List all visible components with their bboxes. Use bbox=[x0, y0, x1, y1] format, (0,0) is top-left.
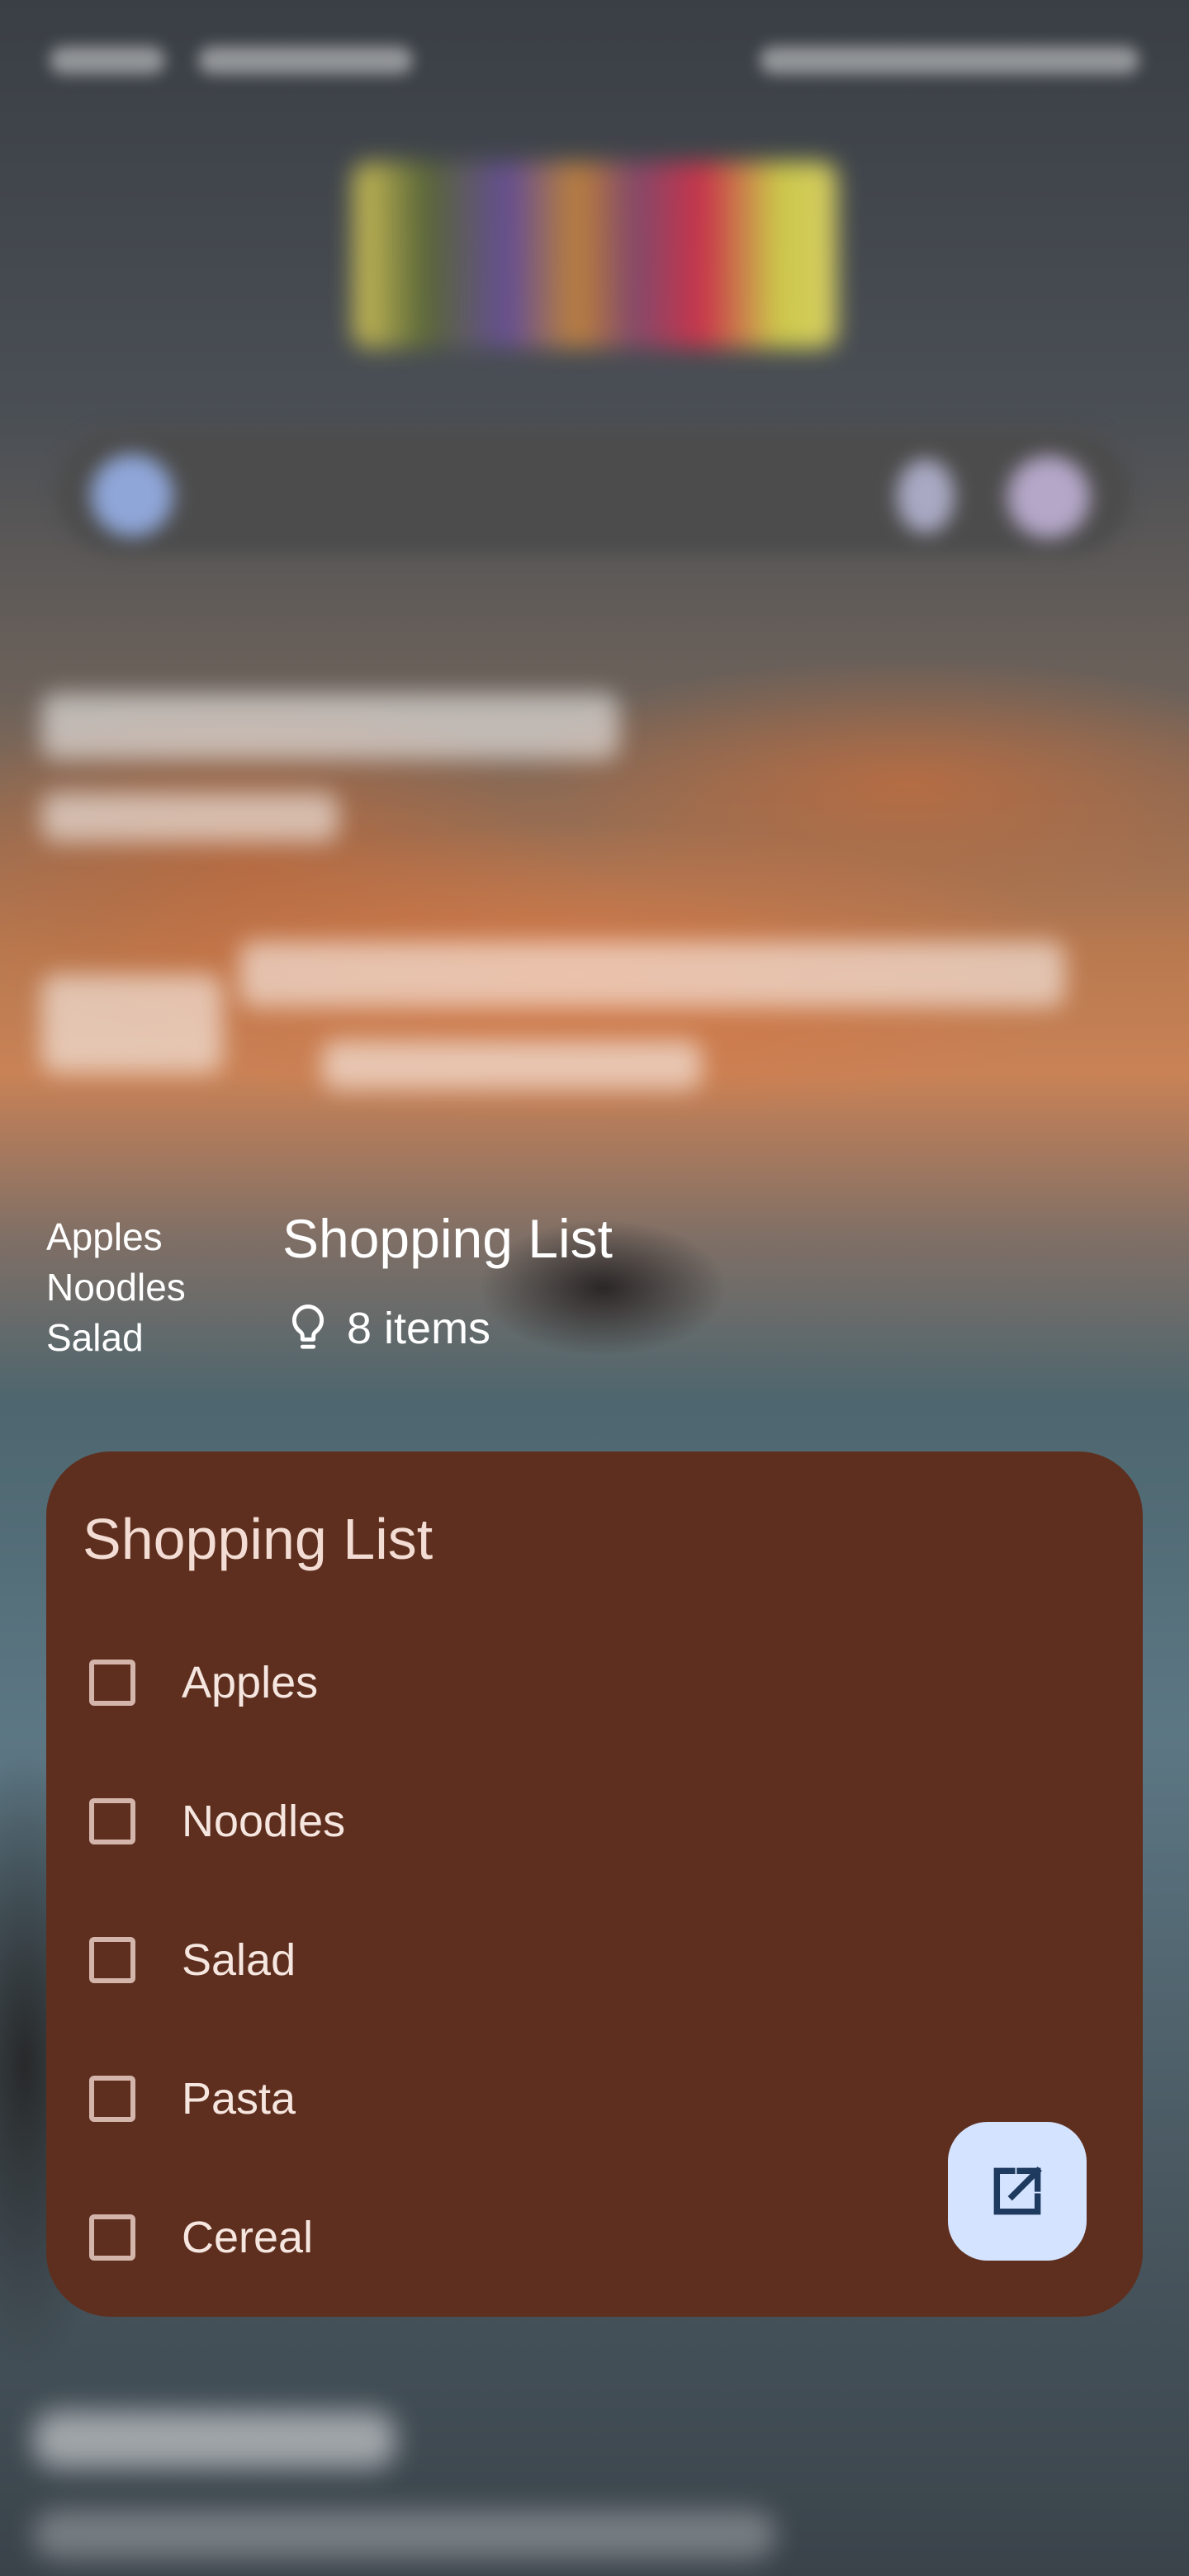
glance-preview-item: Salad bbox=[46, 1316, 144, 1359]
lightbulb-icon bbox=[291, 1304, 324, 1349]
list-item[interactable]: Noodles bbox=[89, 1780, 345, 1863]
blurred-widget-subtitle bbox=[41, 793, 339, 842]
widget-title[interactable]: Shopping List bbox=[83, 1506, 433, 1572]
blurred-event-title bbox=[239, 941, 1065, 1007]
blurred-event-time bbox=[41, 974, 223, 1073]
list-item[interactable]: Cereal bbox=[89, 2196, 313, 2279]
blurred-bottom-widget-detail bbox=[33, 2510, 776, 2559]
open-in-new-icon bbox=[993, 2166, 1042, 2215]
item-label: Salad bbox=[182, 1935, 296, 1985]
shopping-list-widget[interactable]: Shopping List Apples Noodles Salad Pasta… bbox=[46, 1451, 1143, 2317]
status-bar bbox=[50, 33, 1139, 83]
blurred-widget-title bbox=[41, 694, 619, 760]
checkbox[interactable] bbox=[89, 1660, 135, 1706]
item-label: Cereal bbox=[182, 2213, 314, 2262]
checkbox[interactable] bbox=[89, 1798, 135, 1844]
blurred-event-location bbox=[322, 1040, 702, 1090]
glance-item-count: 8 items bbox=[286, 1303, 490, 1354]
item-label: Noodles bbox=[182, 1797, 346, 1846]
blurred-bottom-widget-title bbox=[33, 2411, 396, 2469]
list-item[interactable]: Pasta bbox=[89, 2057, 296, 2140]
photo-widget[interactable] bbox=[353, 162, 837, 348]
glance-preview-item: Noodles bbox=[46, 1266, 186, 1309]
item-count-label: 8 items bbox=[347, 1304, 491, 1353]
item-label: Pasta bbox=[182, 2074, 296, 2124]
glance-preview-item: Apples bbox=[46, 1215, 163, 1258]
list-item[interactable]: Apples bbox=[89, 1641, 318, 1724]
item-label: Apples bbox=[182, 1658, 319, 1707]
checkbox[interactable] bbox=[89, 2214, 135, 2261]
glance-preview-items[interactable]: Apples Noodles Salad bbox=[46, 1212, 186, 1363]
list-item[interactable]: Salad bbox=[89, 1919, 296, 2001]
checkbox[interactable] bbox=[89, 1937, 135, 1983]
checkbox[interactable] bbox=[89, 2076, 135, 2122]
search-bar[interactable] bbox=[58, 429, 1131, 553]
open-note-button[interactable] bbox=[948, 2122, 1087, 2261]
glance-title[interactable]: Shopping List bbox=[282, 1207, 613, 1270]
